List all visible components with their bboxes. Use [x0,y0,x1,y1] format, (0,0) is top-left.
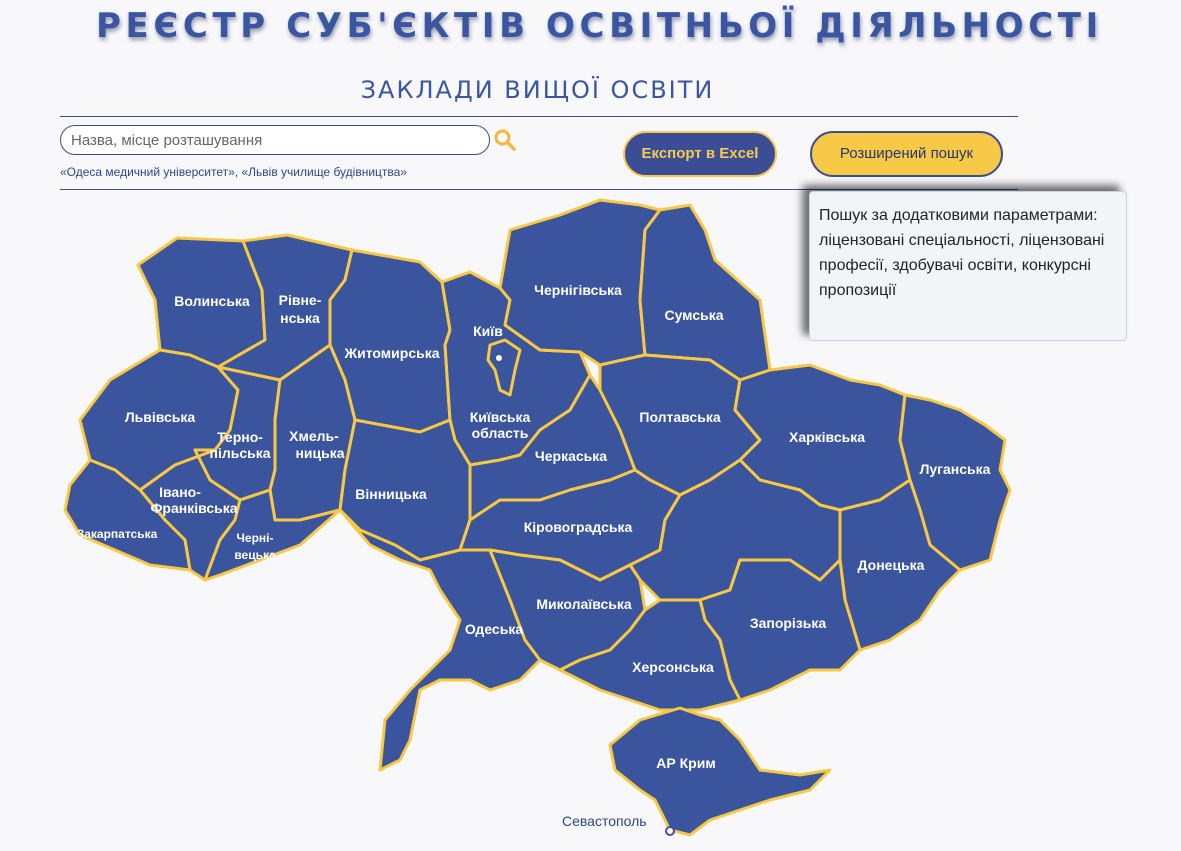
label-rivne-2: нська [280,310,320,326]
label-chernihiv: Чернігівська [534,282,622,298]
label-crimea: АР Крим [656,755,715,771]
label-mykolaiv: Миколаївська [536,596,632,612]
section-title: ЗАКЛАДИ ВИЩОЇ ОСВІТИ [360,76,715,104]
label-sumy: Сумська [664,307,723,323]
top-divider [60,116,1018,117]
label-ivano-2: Франківська [150,500,237,516]
label-chernivtsi-1: Черні- [236,531,273,545]
search-input[interactable] [60,125,490,155]
label-kherson: Херсонська [632,659,714,675]
label-poltava: Полтавська [639,409,720,425]
sevastopol-marker[interactable] [665,826,675,836]
export-excel-button[interactable]: Експорт в Excel [623,131,777,177]
search-examples: «Одеса медичний університет», «Львів учи… [60,165,407,179]
label-khmelnytskyi-1: Хмель- [289,428,339,444]
label-chernivtsi-2: вецька [234,548,276,562]
label-donetsk: Донецька [858,557,925,573]
label-odesa: Одеська [465,621,523,637]
label-luhansk: Луганська [920,461,991,477]
label-sevastopol: Севастополь [562,813,647,829]
label-kyiv-oblast-2: область [472,425,529,441]
label-rivne-1: Рівне- [279,292,322,308]
site-title: РЕЄСТР СУБ'ЄКТІВ ОСВІТНЬОЇ ДІЯЛЬНОСТІ [96,6,1103,46]
label-zakarpattia: Закарпатська [77,527,158,541]
search-example-link[interactable]: «Одеса медичний університет» [60,165,235,179]
kyiv-marker[interactable] [494,353,504,363]
label-ternopil-2: пільська [209,445,270,461]
label-kyiv-city: Київ [473,323,503,339]
search-example-link[interactable]: «Львів училище будівництва» [241,165,407,179]
label-lviv: Львівська [125,409,196,425]
region-sumy[interactable] [638,203,772,382]
search-icon[interactable] [493,128,517,152]
label-kirovohrad: Кіровоградська [524,519,633,535]
label-zaporizhzhia: Запорізька [750,615,827,631]
label-kyiv-oblast-1: Київська [470,409,531,425]
label-khmelnytskyi-2: ницька [295,445,344,461]
advanced-search-tooltip: Пошук за додатковими параметрами: ліценз… [809,191,1127,341]
search-box [60,125,490,155]
label-ternopil-1: Терно- [217,429,263,445]
label-kharkiv: Харківська [789,429,865,445]
label-zhytomyr: Житомирська [344,345,440,361]
label-cherkasy: Черкаська [535,448,607,464]
label-volyn: Волинська [174,293,250,309]
advanced-search-button[interactable]: Розширений пошук [810,131,1003,177]
label-ivano-1: Івано- [159,484,201,500]
label-vinnytsia: Вінницька [355,486,427,502]
